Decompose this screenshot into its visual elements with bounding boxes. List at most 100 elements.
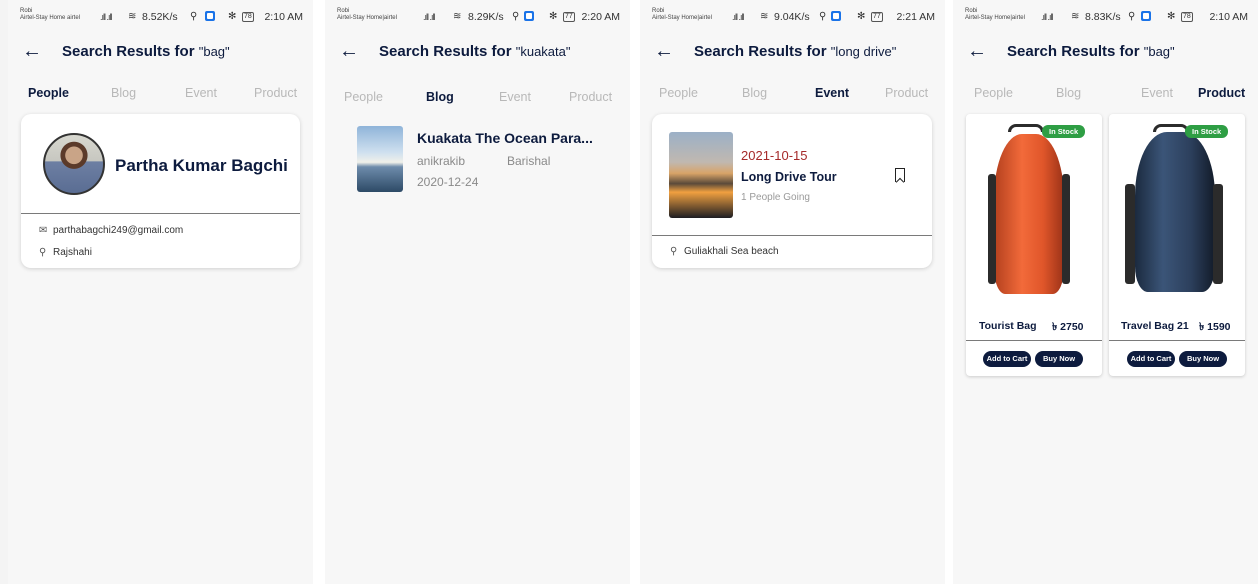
back-arrow-icon[interactable]: ← bbox=[654, 40, 674, 62]
blog-author: anikrakib bbox=[417, 154, 466, 168]
clock: 2:20 AM bbox=[581, 11, 620, 23]
signal-icon: .ıll .ıll bbox=[423, 12, 435, 22]
tab-product[interactable]: Product bbox=[569, 90, 612, 104]
blog-thumbnail bbox=[357, 126, 403, 192]
bag-strap bbox=[1125, 184, 1135, 284]
vpn-icon bbox=[524, 11, 534, 23]
tab-product[interactable]: Product bbox=[254, 86, 297, 100]
bluetooth-icon: ✻ bbox=[1167, 11, 1176, 22]
clock: 2:10 AM bbox=[1209, 11, 1248, 23]
product-card[interactable]: In Stock Travel Bag 21 ৳ 1590 Add to Car… bbox=[1109, 114, 1245, 376]
bag-strap bbox=[1008, 124, 1044, 132]
tab-product[interactable]: Product bbox=[885, 86, 928, 100]
add-to-cart-button[interactable]: Add to Cart bbox=[1127, 351, 1175, 367]
vpn-icon bbox=[1141, 11, 1151, 23]
bluetooth-icon: ✻ bbox=[857, 11, 866, 22]
signal-icon: .ıll .ıll bbox=[1041, 12, 1053, 22]
tab-product[interactable]: Product bbox=[1198, 86, 1245, 100]
person-card[interactable]: Partha Kumar Bagchi ✉ parthabagchi249@gma… bbox=[21, 114, 300, 268]
tab-blog[interactable]: Blog bbox=[111, 86, 136, 100]
event-name: Long Drive Tour bbox=[741, 170, 837, 184]
back-arrow-icon[interactable]: ← bbox=[339, 40, 359, 62]
tab-event[interactable]: Event bbox=[499, 90, 531, 104]
network-speed: 8.83K/s bbox=[1085, 11, 1121, 23]
tab-people[interactable]: People bbox=[659, 86, 698, 100]
bag-strap bbox=[1062, 174, 1070, 284]
app-bar: ← Search Results for "long drive" bbox=[654, 40, 935, 64]
screen-event: Robi Airtel-Stay Home|airtel .ıll .ıll ≋… bbox=[640, 0, 945, 584]
screen-people: Robi Airtel-Stay Home airtel .ıll .ıll ≋… bbox=[8, 0, 313, 584]
event-card[interactable]: 2021-10-15 Long Drive Tour 1 People Goin… bbox=[652, 114, 932, 268]
back-arrow-icon[interactable]: ← bbox=[967, 40, 987, 62]
event-thumbnail bbox=[669, 132, 733, 218]
tab-blog[interactable]: Blog bbox=[1056, 86, 1081, 100]
result-tabs: People Blog Event Product bbox=[961, 86, 1250, 104]
tab-people[interactable]: People bbox=[28, 86, 69, 100]
app-bar: ← Search Results for "kuakata" bbox=[339, 40, 620, 64]
carrier-label: Robi Airtel-Stay Home|airtel bbox=[965, 8, 1025, 21]
clock: 2:21 AM bbox=[896, 11, 935, 23]
search-query: "kuakata" bbox=[515, 44, 571, 59]
wifi-icon: ≋ bbox=[760, 11, 769, 22]
tab-event[interactable]: Event bbox=[815, 86, 849, 100]
person-name: Partha Kumar Bagchi bbox=[115, 156, 288, 175]
blog-result[interactable]: Kuakata The Ocean Para... anikrakib Bari… bbox=[355, 124, 620, 196]
location-pin-icon: ⚲ bbox=[39, 247, 47, 258]
event-date: 2021-10-15 bbox=[741, 148, 808, 163]
result-tabs: People Blog Event Product bbox=[333, 90, 622, 108]
battery-icon: 77 bbox=[871, 12, 883, 22]
page-title: Search Results for "bag" bbox=[62, 43, 230, 60]
stock-badge: In Stock bbox=[1042, 125, 1086, 138]
tab-event[interactable]: Event bbox=[1141, 86, 1173, 100]
divider bbox=[21, 213, 300, 214]
divider bbox=[1109, 340, 1245, 341]
product-card[interactable]: In Stock Tourist Bag ৳ 2750 Add to Cart … bbox=[966, 114, 1102, 376]
status-bar: Robi Airtel-Stay Home|airtel .ıll .ıll ≋… bbox=[965, 8, 1248, 28]
clock: 2:10 AM bbox=[264, 11, 303, 23]
network-speed: 9.04K/s bbox=[774, 11, 810, 23]
tab-blog[interactable]: Blog bbox=[742, 86, 767, 100]
network-speed: 8.52K/s bbox=[142, 11, 178, 23]
bluetooth-icon: ✻ bbox=[228, 11, 237, 22]
network-speed: 8.29K/s bbox=[468, 11, 504, 23]
signal-icon: .ıll .ıll bbox=[100, 12, 112, 22]
carrier-label: Robi Airtel-Stay Home|airtel bbox=[652, 8, 712, 21]
status-bar: Robi Airtel-Stay Home|airtel .ıll .ıll ≋… bbox=[652, 8, 935, 28]
buy-now-button[interactable]: Buy Now bbox=[1179, 351, 1227, 367]
product-price: ৳ 2750 bbox=[1052, 321, 1084, 333]
result-tabs: People Blog Event Product bbox=[648, 86, 937, 104]
stock-badge: In Stock bbox=[1185, 125, 1229, 138]
bag-strap bbox=[988, 174, 996, 284]
divider bbox=[652, 235, 932, 236]
battery-icon: 78 bbox=[242, 12, 254, 22]
product-image bbox=[1135, 132, 1215, 292]
buy-now-button[interactable]: Buy Now bbox=[1035, 351, 1083, 367]
bookmark-icon[interactable] bbox=[895, 168, 905, 182]
blog-date: 2020-12-24 bbox=[417, 175, 479, 189]
usb-icon: ⚲ bbox=[512, 11, 520, 22]
app-bar: ← Search Results for "bag" bbox=[967, 40, 1248, 64]
product-name: Tourist Bag bbox=[979, 320, 1037, 332]
tab-people[interactable]: People bbox=[974, 86, 1013, 100]
usb-icon: ⚲ bbox=[190, 11, 198, 22]
bluetooth-icon: ✻ bbox=[549, 11, 558, 22]
add-to-cart-button[interactable]: Add to Cart bbox=[983, 351, 1031, 367]
blog-location: Barishal bbox=[507, 154, 551, 168]
tab-blog[interactable]: Blog bbox=[426, 90, 454, 104]
back-arrow-icon[interactable]: ← bbox=[22, 40, 42, 62]
product-price: ৳ 1590 bbox=[1199, 321, 1231, 333]
app-bar: ← Search Results for "bag" bbox=[22, 40, 303, 64]
page-title: Search Results for "long drive" bbox=[694, 43, 897, 60]
event-attendees: 1 People Going bbox=[741, 192, 810, 203]
tab-event[interactable]: Event bbox=[185, 86, 217, 100]
page-title: Search Results for "kuakata" bbox=[379, 43, 571, 60]
screen-blog: Robi Airtel-Stay Home|airtel .ıll .ıll ≋… bbox=[325, 0, 630, 584]
wifi-icon: ≋ bbox=[453, 11, 462, 22]
mail-icon: ✉ bbox=[39, 225, 48, 236]
result-tabs: People Blog Event Product bbox=[16, 86, 305, 104]
search-query: "long drive" bbox=[830, 44, 897, 59]
tab-people[interactable]: People bbox=[344, 90, 383, 104]
wifi-icon: ≋ bbox=[1071, 11, 1080, 22]
usb-icon: ⚲ bbox=[1128, 11, 1136, 22]
product-image bbox=[994, 134, 1064, 294]
